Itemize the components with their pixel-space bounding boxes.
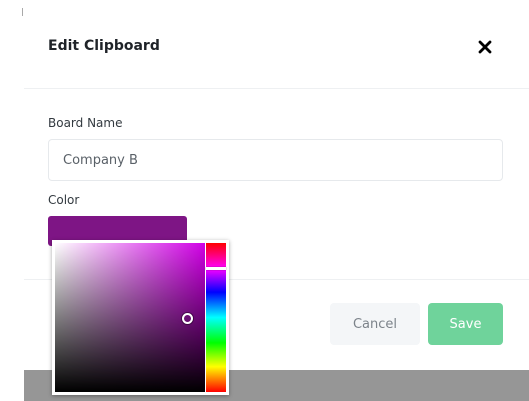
color-label: Color (48, 193, 80, 207)
dialog-title: Edit Clipboard (48, 38, 160, 54)
color-picker-popover (52, 240, 229, 395)
saturation-area[interactable] (55, 243, 205, 392)
board-name-label: Board Name (48, 116, 123, 130)
board-name-input[interactable] (48, 139, 503, 181)
hue-handle[interactable] (206, 267, 226, 270)
cancel-button[interactable]: Cancel (330, 303, 420, 345)
corner-tick (22, 8, 23, 16)
close-button[interactable] (476, 38, 494, 56)
save-button[interactable]: Save (428, 303, 503, 345)
dialog-header: Edit Clipboard (24, 0, 529, 89)
hue-slider[interactable] (206, 243, 226, 392)
close-icon (478, 40, 492, 54)
saturation-handle[interactable] (182, 313, 193, 324)
